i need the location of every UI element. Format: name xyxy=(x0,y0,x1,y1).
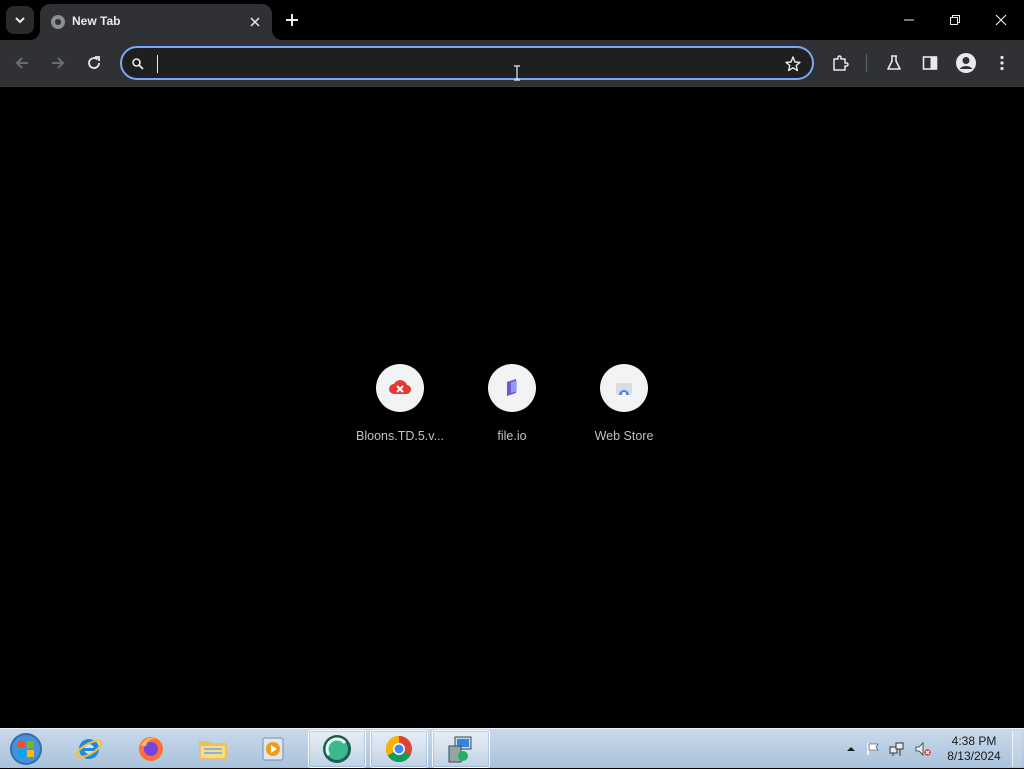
toolbar-separator xyxy=(0,86,1024,87)
clock-date: 8/13/2024 xyxy=(947,749,1001,763)
chrome-icon xyxy=(385,735,412,763)
shortcut-tile[interactable]: Web Store xyxy=(568,364,680,454)
reload-button[interactable] xyxy=(80,49,108,77)
file-io-icon xyxy=(507,379,517,396)
address-input[interactable] xyxy=(152,52,752,74)
windows-taskbar: 4:38 PM 8/13/2024 xyxy=(0,728,1024,768)
extensions-button[interactable] xyxy=(826,49,854,77)
profile-button[interactable] xyxy=(952,49,980,77)
search-icon xyxy=(132,58,144,70)
tab-strip: New Tab xyxy=(0,0,1024,40)
volume-button[interactable] xyxy=(914,740,932,758)
mega-cloud-icon xyxy=(389,380,412,395)
text-cursor-icon xyxy=(514,65,520,81)
labs-button[interactable] xyxy=(880,49,908,77)
labs-flask-icon xyxy=(887,55,901,70)
back-button[interactable] xyxy=(8,49,36,77)
shortcut-icon-circle xyxy=(488,364,536,412)
app-icon xyxy=(323,735,351,763)
forward-arrow-icon xyxy=(52,57,65,69)
side-panel-button[interactable] xyxy=(916,49,944,77)
show-hidden-icons-icon xyxy=(847,747,855,751)
shortcut-label: Bloons.TD.5.v... xyxy=(356,429,444,443)
profile-avatar-icon xyxy=(956,53,976,73)
start-button[interactable] xyxy=(6,731,46,767)
new-tab-button[interactable] xyxy=(280,8,304,32)
show-hidden-icons-button[interactable] xyxy=(842,740,860,758)
globe-icon xyxy=(51,15,65,29)
taskbar-media-player[interactable] xyxy=(244,730,302,768)
side-panel-icon xyxy=(922,56,938,70)
close-icon xyxy=(995,14,1007,26)
address-bar[interactable] xyxy=(120,46,814,80)
extensions-icon xyxy=(833,55,849,71)
tab-title: New Tab xyxy=(72,14,121,28)
taskbar-firefox[interactable] xyxy=(122,730,180,768)
network-icon xyxy=(889,742,904,756)
forward-button[interactable] xyxy=(44,49,72,77)
show-desktop-button[interactable] xyxy=(1012,731,1022,767)
internet-explorer-icon xyxy=(75,739,103,759)
shortcut-label: file.io xyxy=(497,429,527,443)
tab-new-tab[interactable]: New Tab xyxy=(40,4,272,40)
shortcut-icon-circle xyxy=(376,364,424,412)
toolbar-divider xyxy=(866,54,867,72)
restore-button[interactable] xyxy=(932,0,978,40)
system-clock[interactable]: 4:38 PM 8/13/2024 xyxy=(942,734,1006,764)
firefox-icon xyxy=(139,737,163,761)
web-store-icon xyxy=(616,383,632,396)
shortcut-label: Web Store xyxy=(594,429,654,443)
plus-icon xyxy=(286,14,298,26)
minimize-icon xyxy=(904,19,914,21)
file-explorer-icon xyxy=(199,741,227,760)
action-center-button[interactable] xyxy=(864,740,882,758)
kebab-menu-icon xyxy=(1000,55,1004,71)
taskbar-file-explorer[interactable] xyxy=(184,730,242,768)
shortcut-tile[interactable]: file.io xyxy=(456,364,568,454)
text-caret xyxy=(157,55,158,73)
taskbar-chrome[interactable] xyxy=(370,730,428,768)
minimize-button[interactable] xyxy=(886,0,932,40)
volume-muted-icon xyxy=(915,742,931,756)
close-icon xyxy=(250,17,260,27)
taskbar-internet-explorer[interactable] xyxy=(60,730,118,768)
menu-button[interactable] xyxy=(988,49,1016,77)
network-setup-icon xyxy=(448,736,472,763)
taskbar-app[interactable] xyxy=(308,730,366,768)
action-center-flag-icon xyxy=(867,743,879,755)
shortcut-tile[interactable]: Bloons.TD.5.v... xyxy=(344,364,456,454)
shortcut-icon-circle xyxy=(600,364,648,412)
bookmark-star-icon[interactable] xyxy=(784,55,802,73)
reload-icon xyxy=(88,56,100,69)
back-arrow-icon xyxy=(15,57,28,69)
chevron-down-icon xyxy=(15,17,25,24)
window-close-button[interactable] xyxy=(978,0,1024,40)
clock-time: 4:38 PM xyxy=(951,734,997,748)
network-button[interactable] xyxy=(888,740,906,758)
media-player-icon xyxy=(262,737,284,761)
taskbar-network-setup[interactable] xyxy=(432,730,490,768)
tab-close-button[interactable] xyxy=(246,13,264,31)
start-orb-icon xyxy=(10,733,42,765)
restore-icon xyxy=(950,15,960,25)
